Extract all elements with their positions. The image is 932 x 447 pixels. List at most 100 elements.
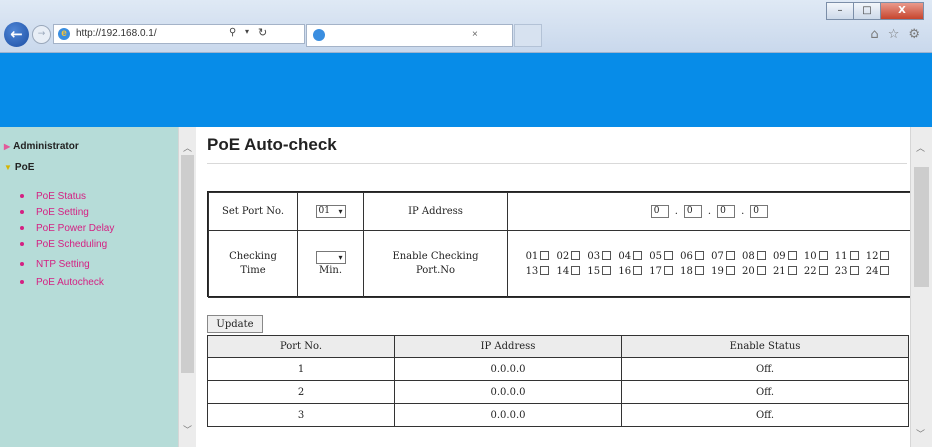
port-checkbox-item[interactable]: 09 — [773, 251, 797, 262]
port-checkbox-item[interactable]: 05 — [649, 251, 673, 262]
page-scrollbar[interactable]: ︿ ﹀ — [910, 127, 932, 447]
close-tab-icon[interactable]: × — [472, 29, 478, 40]
status-table: Port No. IP Address Enable Status 1 0.0.… — [207, 335, 909, 427]
table-row: 2 0.0.0.0 Off. — [207, 380, 909, 404]
port-checkbox-item[interactable]: 10 — [804, 251, 828, 262]
port-checkbox-item[interactable]: 16 — [618, 266, 643, 277]
port-checkbox-item[interactable]: 07 — [711, 251, 735, 262]
sidebar-item-poe-setting[interactable]: PoE Setting — [20, 207, 89, 218]
new-tab-button[interactable] — [514, 24, 542, 47]
port-checkbox-item[interactable]: 17 — [649, 266, 673, 277]
page-scroll-thumb[interactable] — [914, 167, 929, 287]
sidebar-item-poe-power-delay[interactable]: PoE Power Delay — [20, 223, 114, 234]
address-bar[interactable]: e http://192.168.0.1/ ⚲ ▾ ↻ — [53, 24, 305, 44]
port-checkbox-item[interactable]: 12 — [866, 251, 890, 262]
port-checkbox[interactable] — [787, 251, 797, 260]
port-label: 08 — [742, 251, 755, 262]
port-checkbox-item[interactable]: 13 — [526, 266, 550, 277]
port-checkbox[interactable] — [787, 266, 797, 275]
port-checkbox-item[interactable]: 19 — [711, 266, 735, 277]
port-checkbox[interactable] — [663, 251, 673, 260]
port-checkbox[interactable] — [602, 266, 612, 275]
port-checkbox-item[interactable]: 03 — [587, 251, 612, 262]
port-checkbox-item[interactable]: 01 — [526, 251, 550, 262]
browser-tab[interactable]: × — [306, 24, 513, 47]
port-label: 03 — [587, 251, 601, 262]
sidebar-section-poe[interactable]: ▼ PoE — [4, 162, 34, 173]
checking-time-cell: ▾ Min. — [297, 230, 364, 298]
ip-octet-3-input[interactable]: 0 — [717, 205, 736, 218]
checking-time-select[interactable]: ▾ — [315, 250, 346, 264]
port-checkbox-item[interactable]: 24 — [866, 266, 890, 277]
port-label: 02 — [556, 251, 570, 262]
scroll-up-icon[interactable]: ︿ — [916, 141, 925, 154]
scroll-down-icon[interactable]: ﹀ — [183, 423, 192, 436]
port-checkbox[interactable] — [849, 251, 859, 260]
port-label: 21 — [772, 266, 786, 277]
port-checkbox[interactable] — [756, 251, 766, 260]
port-checkbox[interactable] — [602, 251, 612, 260]
title-divider — [207, 163, 907, 164]
port-checkbox[interactable] — [880, 251, 890, 260]
ip-octet-4-input[interactable]: 0 — [750, 205, 769, 218]
port-checkbox-item[interactable]: 02 — [556, 251, 581, 262]
port-checkbox[interactable] — [571, 251, 581, 260]
port-checkbox[interactable] — [540, 266, 550, 275]
port-checkbox[interactable] — [540, 251, 550, 260]
port-checkbox[interactable] — [880, 266, 890, 275]
port-checkbox-item[interactable]: 21 — [773, 266, 797, 277]
port-checkbox[interactable] — [633, 266, 643, 275]
chevron-down-icon[interactable]: ▾ — [245, 27, 249, 36]
scroll-down-icon[interactable]: ﹀ — [916, 427, 925, 440]
port-checkbox[interactable] — [849, 266, 859, 275]
sidebar-item-ntp-setting[interactable]: NTP Setting — [20, 259, 90, 270]
port-checkbox[interactable] — [818, 266, 828, 275]
port-checkbox[interactable] — [694, 266, 704, 275]
port-checkbox-item[interactable]: 22 — [804, 266, 828, 277]
port-checkbox-item[interactable]: 23 — [835, 266, 859, 277]
sidebar-scroll-thumb[interactable] — [181, 155, 194, 373]
back-icon[interactable]: ← — [4, 22, 29, 47]
port-checkbox[interactable] — [571, 266, 581, 275]
port-checkbox-item[interactable]: 08 — [742, 251, 766, 262]
update-button[interactable]: Update — [207, 315, 263, 333]
ip-octet-1-input[interactable]: 0 — [650, 205, 669, 218]
table-row: 1 0.0.0.0 Off. — [207, 357, 909, 381]
port-checkbox[interactable] — [633, 251, 643, 260]
refresh-icon[interactable]: ↻ — [258, 26, 267, 39]
port-checkbox-item[interactable]: 14 — [556, 266, 581, 277]
sidebar-section-administrator[interactable]: ▶ Administrator — [4, 141, 79, 152]
search-icon[interactable]: ⚲ — [229, 27, 236, 38]
home-icon[interactable]: ⌂ — [870, 27, 878, 42]
port-checkbox-item[interactable]: 18 — [680, 266, 704, 277]
sidebar-item-poe-scheduling[interactable]: PoE Scheduling — [20, 239, 107, 250]
sidebar-scrollbar[interactable]: ︿ ﹀ — [178, 127, 196, 447]
port-label: 05 — [649, 251, 662, 262]
port-checkbox[interactable] — [725, 266, 735, 275]
scroll-up-icon[interactable]: ︿ — [183, 141, 192, 154]
close-window-button[interactable]: X — [880, 2, 924, 20]
port-checkbox-item[interactable]: 04 — [618, 251, 643, 262]
set-port-select[interactable]: 01 ▾ — [315, 205, 346, 218]
port-label: 13 — [525, 266, 539, 277]
maximize-button[interactable]: □ — [853, 2, 881, 20]
sidebar-item-poe-autocheck[interactable]: PoE Autocheck — [20, 277, 104, 288]
forward-icon[interactable]: → — [32, 25, 51, 44]
status-cell: Off. — [621, 357, 909, 381]
port-checkbox-item[interactable]: 15 — [587, 266, 612, 277]
favorites-icon[interactable]: ☆ — [888, 27, 900, 42]
port-label: 09 — [772, 251, 786, 262]
port-checkbox[interactable] — [694, 251, 704, 260]
port-checkbox[interactable] — [756, 266, 766, 275]
settings-icon[interactable]: ⚙ — [908, 27, 920, 42]
port-checkbox[interactable] — [818, 251, 828, 260]
minimize-button[interactable]: – — [826, 2, 854, 20]
sidebar-item-poe-status[interactable]: PoE Status — [20, 191, 86, 202]
port-label: 14 — [556, 266, 570, 277]
port-checkbox-item[interactable]: 11 — [835, 251, 859, 262]
port-checkbox-item[interactable]: 20 — [742, 266, 766, 277]
port-checkbox[interactable] — [725, 251, 735, 260]
port-checkbox-item[interactable]: 06 — [680, 251, 704, 262]
port-checkbox[interactable] — [663, 266, 673, 275]
ip-octet-2-input[interactable]: 0 — [683, 205, 702, 218]
